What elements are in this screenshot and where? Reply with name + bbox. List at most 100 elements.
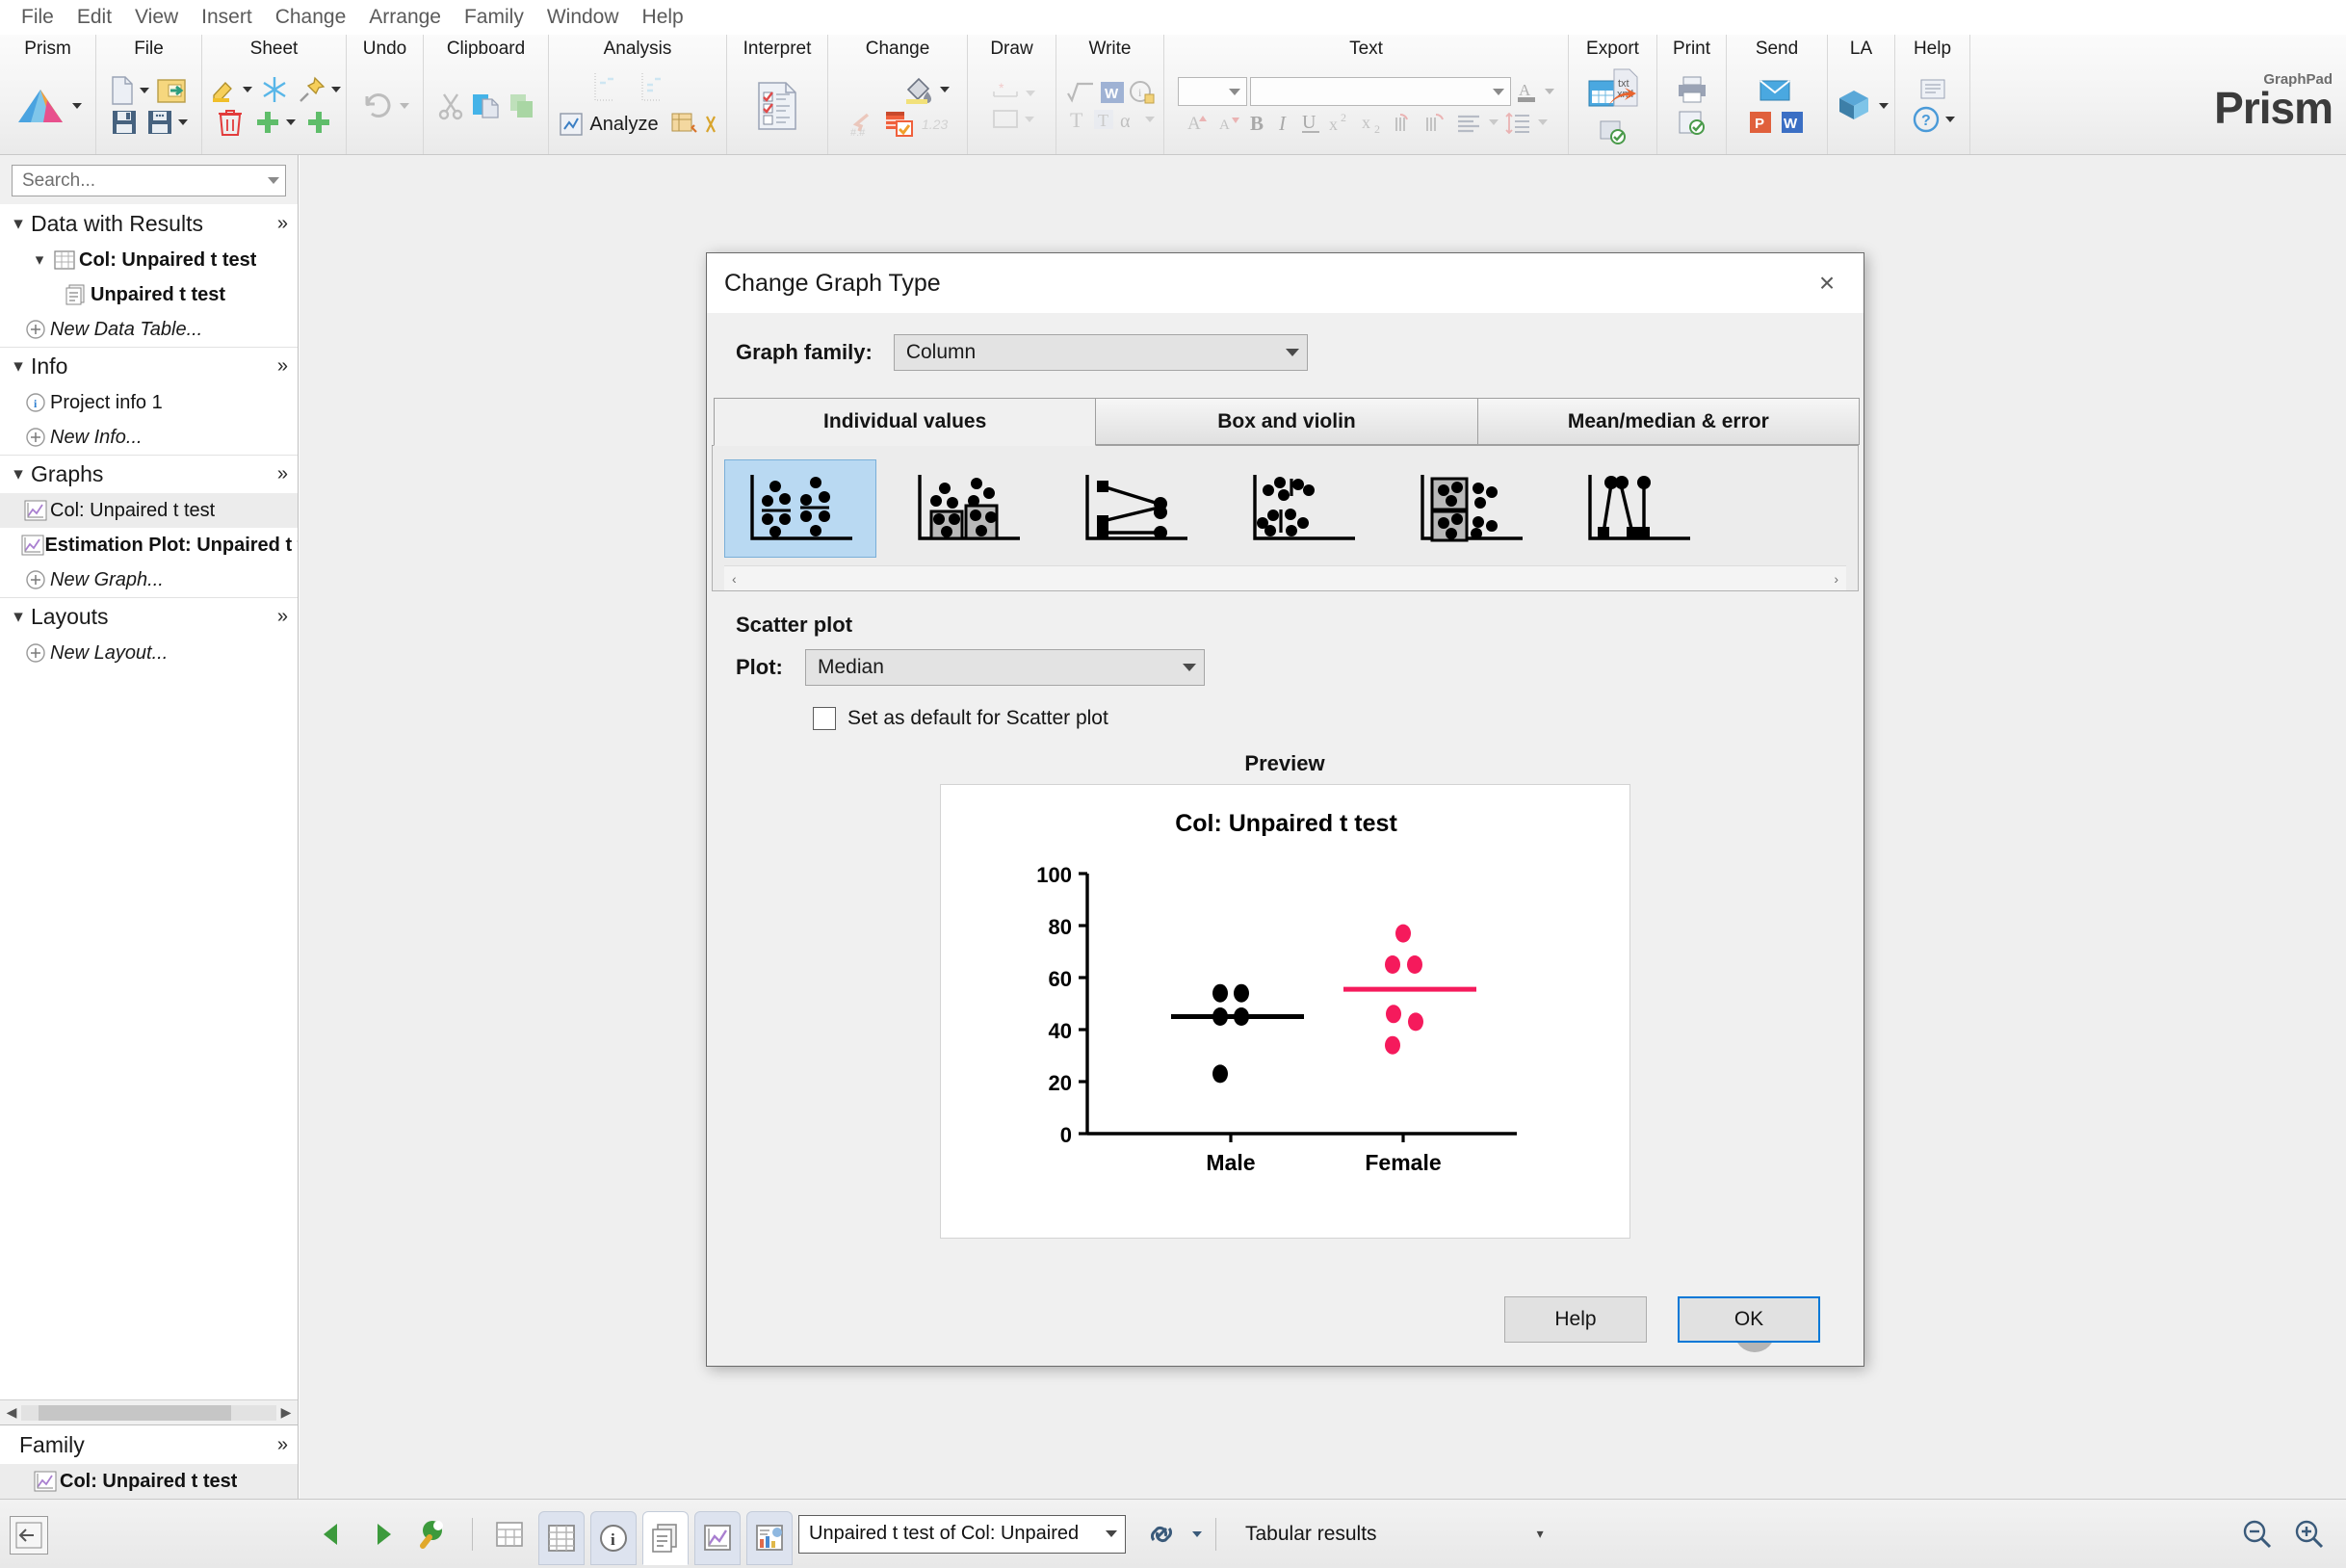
next-sheet-button[interactable] <box>360 1511 406 1557</box>
prism-logo-button[interactable] <box>13 85 67 127</box>
chevron-down-icon[interactable]: ▾ <box>29 250 50 270</box>
close-icon[interactable]: × <box>1800 261 1854 305</box>
font-size-combo[interactable] <box>1178 77 1247 106</box>
scatter-bar-thumb[interactable] <box>892 459 1044 558</box>
save-button[interactable] <box>110 108 139 137</box>
plot-select[interactable]: Median <box>805 649 1205 686</box>
scroll-left-icon[interactable]: ◀ <box>2 1404 21 1421</box>
highlight-sheet-button[interactable] <box>208 75 239 104</box>
family-item-col-unpaired-t-test[interactable]: Col: Unpaired t test <box>0 1464 298 1499</box>
tab-box-and-violin[interactable]: Box and violin <box>1095 398 1478 445</box>
tree-item-new-info[interactable]: New Info... <box>0 420 298 455</box>
send-word-button[interactable]: W <box>1779 109 1808 136</box>
layouts-tab[interactable] <box>746 1510 793 1565</box>
undo-button[interactable] <box>360 90 395 122</box>
corner-expand-button[interactable] <box>10 1516 48 1555</box>
chevron-down-icon[interactable]: ▾ <box>8 463 29 485</box>
tree-item-new-layout[interactable]: New Layout... <box>0 636 298 670</box>
interpret-button[interactable] <box>754 80 800 132</box>
copy-button[interactable] <box>470 90 503 122</box>
align-caret-icon[interactable] <box>1488 119 1499 125</box>
scatter-plot-thumb[interactable] <box>724 459 876 558</box>
graphs-tab[interactable] <box>694 1510 741 1565</box>
fill-color-caret-icon[interactable] <box>940 87 950 92</box>
set-default-checkbox[interactable] <box>813 707 836 730</box>
results-tab[interactable] <box>642 1510 689 1565</box>
freeze-sheet-button[interactable] <box>259 74 290 105</box>
new-file-button[interactable] <box>109 75 136 106</box>
help-book-button[interactable] <box>1917 77 1948 102</box>
gallery-scroll-left-icon[interactable]: ‹ <box>732 571 737 587</box>
section-overflow-icon[interactable]: » <box>277 463 288 485</box>
chevron-down-icon[interactable]: ▾ <box>8 213 29 235</box>
la-button[interactable] <box>1834 87 1874 125</box>
scroll-thumb[interactable] <box>39 1404 231 1421</box>
tree-item-col-unpaired-t-test[interactable]: ▾ Col: Unpaired t test <box>0 243 298 277</box>
add-sheet-caret-icon[interactable] <box>285 119 296 125</box>
search-input[interactable]: Search... <box>12 165 286 196</box>
save-as-caret-icon[interactable] <box>178 119 188 125</box>
slope-thumb[interactable] <box>1562 459 1714 558</box>
spreadsheet-button[interactable] <box>486 1511 533 1557</box>
section-layouts[interactable]: ▾ Layouts » <box>0 597 298 636</box>
menu-item-window[interactable]: Window <box>535 4 631 31</box>
chevron-down-icon[interactable]: ▾ <box>8 355 29 378</box>
link-caret-icon[interactable] <box>1192 1530 1202 1537</box>
print-button[interactable] <box>1675 74 1709 105</box>
tree-item-new-data-table[interactable]: New Data Table... <box>0 312 298 347</box>
line-spacing-caret-icon[interactable] <box>1537 119 1548 125</box>
tree-item-project-info-1[interactable]: i Project info 1 <box>0 385 298 420</box>
help-button[interactable]: Help <box>1504 1296 1647 1343</box>
section-overflow-icon[interactable]: » <box>277 1434 288 1456</box>
help-caret-icon[interactable] <box>1944 117 1955 122</box>
highlight-caret-icon[interactable] <box>242 87 252 92</box>
section-overflow-icon[interactable]: » <box>277 213 288 235</box>
analysis-formula-button[interactable] <box>702 112 725 137</box>
add-sheet-button[interactable] <box>253 108 282 137</box>
section-data-with-results[interactable]: ▾ Data with Results » <box>0 204 298 243</box>
decimal-button[interactable]: #.# <box>846 108 880 139</box>
greek-caret-icon[interactable] <box>1144 117 1155 122</box>
zoom-out-button[interactable] <box>2234 1511 2281 1557</box>
ok-button[interactable]: OK <box>1678 1296 1820 1343</box>
gallery-scrollbar[interactable]: ‹ › <box>724 565 1846 590</box>
send-powerpoint-button[interactable]: P <box>1747 109 1776 136</box>
analyze-button[interactable]: Analyze <box>550 108 666 141</box>
gallery-scroll-right-icon[interactable]: › <box>1834 571 1838 587</box>
scroll-track[interactable] <box>21 1404 276 1421</box>
info-tab[interactable]: i <box>590 1510 637 1565</box>
menu-item-insert[interactable]: Insert <box>190 4 264 31</box>
number-format-button[interactable]: 1.23 <box>919 109 950 138</box>
data-tables-tab[interactable] <box>538 1510 585 1565</box>
section-overflow-icon[interactable]: » <box>277 606 288 628</box>
new-file-caret-icon[interactable] <box>140 88 149 93</box>
scroll-right-icon[interactable]: ▶ <box>276 1404 296 1421</box>
scatter-line-thumb[interactable] <box>1227 459 1379 558</box>
tab-mean-median-error[interactable]: Mean/median & error <box>1476 398 1860 445</box>
draw-bracket-caret-icon[interactable] <box>1025 91 1035 96</box>
tree-item-unpaired-t-test-results[interactable]: Unpaired t test <box>0 277 298 312</box>
menu-item-edit[interactable]: Edit <box>65 4 123 31</box>
save-as-button[interactable] <box>145 108 174 137</box>
navigator-hscrollbar[interactable]: ◀ ▶ <box>0 1399 298 1424</box>
fill-color-button[interactable] <box>901 73 936 106</box>
pin-sheet-button[interactable] <box>297 74 327 105</box>
menu-item-arrange[interactable]: Arrange <box>357 4 453 31</box>
before-after-thumb[interactable] <box>1059 459 1212 558</box>
analysis-table-button[interactable] <box>670 111 699 138</box>
menu-item-view[interactable]: View <box>123 4 190 31</box>
results-view-caret-icon[interactable]: ▾ <box>1537 1526 1544 1542</box>
font-color-caret-icon[interactable] <box>1545 89 1554 94</box>
tree-item-graph-estimation-plot[interactable]: Estimation Plot: Unpaired t test of <box>0 528 298 562</box>
prism-menu-caret-icon[interactable] <box>72 103 82 109</box>
sheet-selector[interactable]: Unpaired t test of Col: Unpaired <box>798 1514 1126 1554</box>
tree-item-new-graph[interactable]: New Graph... <box>0 562 298 597</box>
la-caret-icon[interactable] <box>1879 103 1889 109</box>
pin-caret-icon[interactable] <box>330 87 341 92</box>
section-graphs[interactable]: ▾ Graphs » <box>0 455 298 493</box>
link-button[interactable] <box>1139 1511 1186 1557</box>
section-family[interactable]: Family » <box>0 1425 298 1464</box>
prev-sheet-button[interactable] <box>308 1511 354 1557</box>
export-button[interactable]: txtxml <box>1586 66 1640 117</box>
section-info[interactable]: ▾ Info » <box>0 347 298 385</box>
